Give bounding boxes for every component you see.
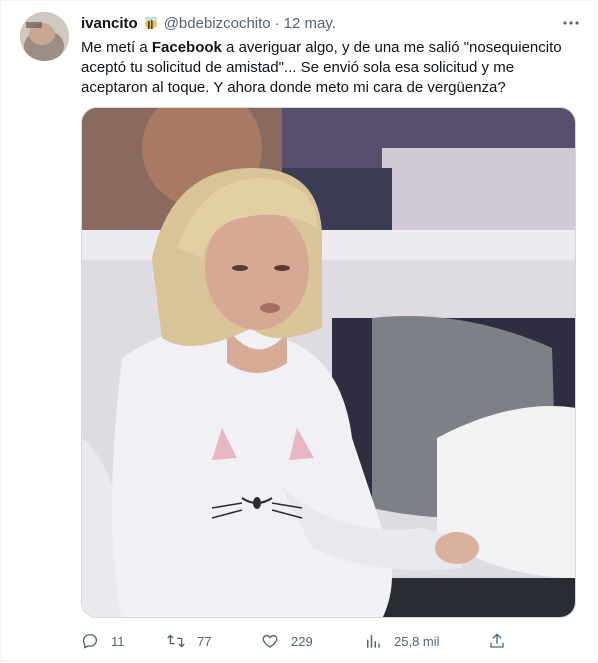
tweet-actions: 11 77 229 25,8 mil xyxy=(81,629,511,653)
like-count: 229 xyxy=(291,633,313,649)
retweet-count: 77 xyxy=(197,633,212,649)
tweet[interactable]: ivancito @bdebizcochito · 12 may. Me met… xyxy=(0,0,596,661)
reply-icon xyxy=(82,633,98,649)
heart-icon xyxy=(262,634,278,648)
views-chart-icon xyxy=(367,635,380,648)
tweet-image[interactable] xyxy=(81,107,576,618)
share-icon xyxy=(490,633,504,648)
views-count: 25,8 mil xyxy=(394,633,440,649)
tweet-text-bold: Facebook xyxy=(151,39,222,56)
tweet-header: ivancito @bdebizcochito · 12 may. xyxy=(81,13,336,33)
more-options-icon[interactable] xyxy=(561,13,581,33)
bee-emoji-icon xyxy=(142,14,160,32)
views-button[interactable]: 25,8 mil xyxy=(364,629,440,653)
avatar[interactable] xyxy=(20,12,69,61)
reply-count: 11 xyxy=(111,633,125,649)
tweet-text-part1: Me metí a xyxy=(81,39,152,56)
like-button[interactable]: 229 xyxy=(261,629,313,653)
author-handle[interactable]: @bdebizcochito xyxy=(164,15,271,32)
share-button[interactable] xyxy=(488,629,518,653)
reply-button[interactable]: 11 xyxy=(81,629,125,653)
retweet-icon xyxy=(167,634,185,648)
separator-dot: · xyxy=(274,14,280,32)
tweet-date[interactable]: 12 may. xyxy=(284,15,336,32)
author-name[interactable]: ivancito xyxy=(81,15,138,32)
retweet-button[interactable]: 77 xyxy=(167,629,211,653)
tweet-text: Me metí a Facebook a averiguar algo, y d… xyxy=(81,38,581,98)
